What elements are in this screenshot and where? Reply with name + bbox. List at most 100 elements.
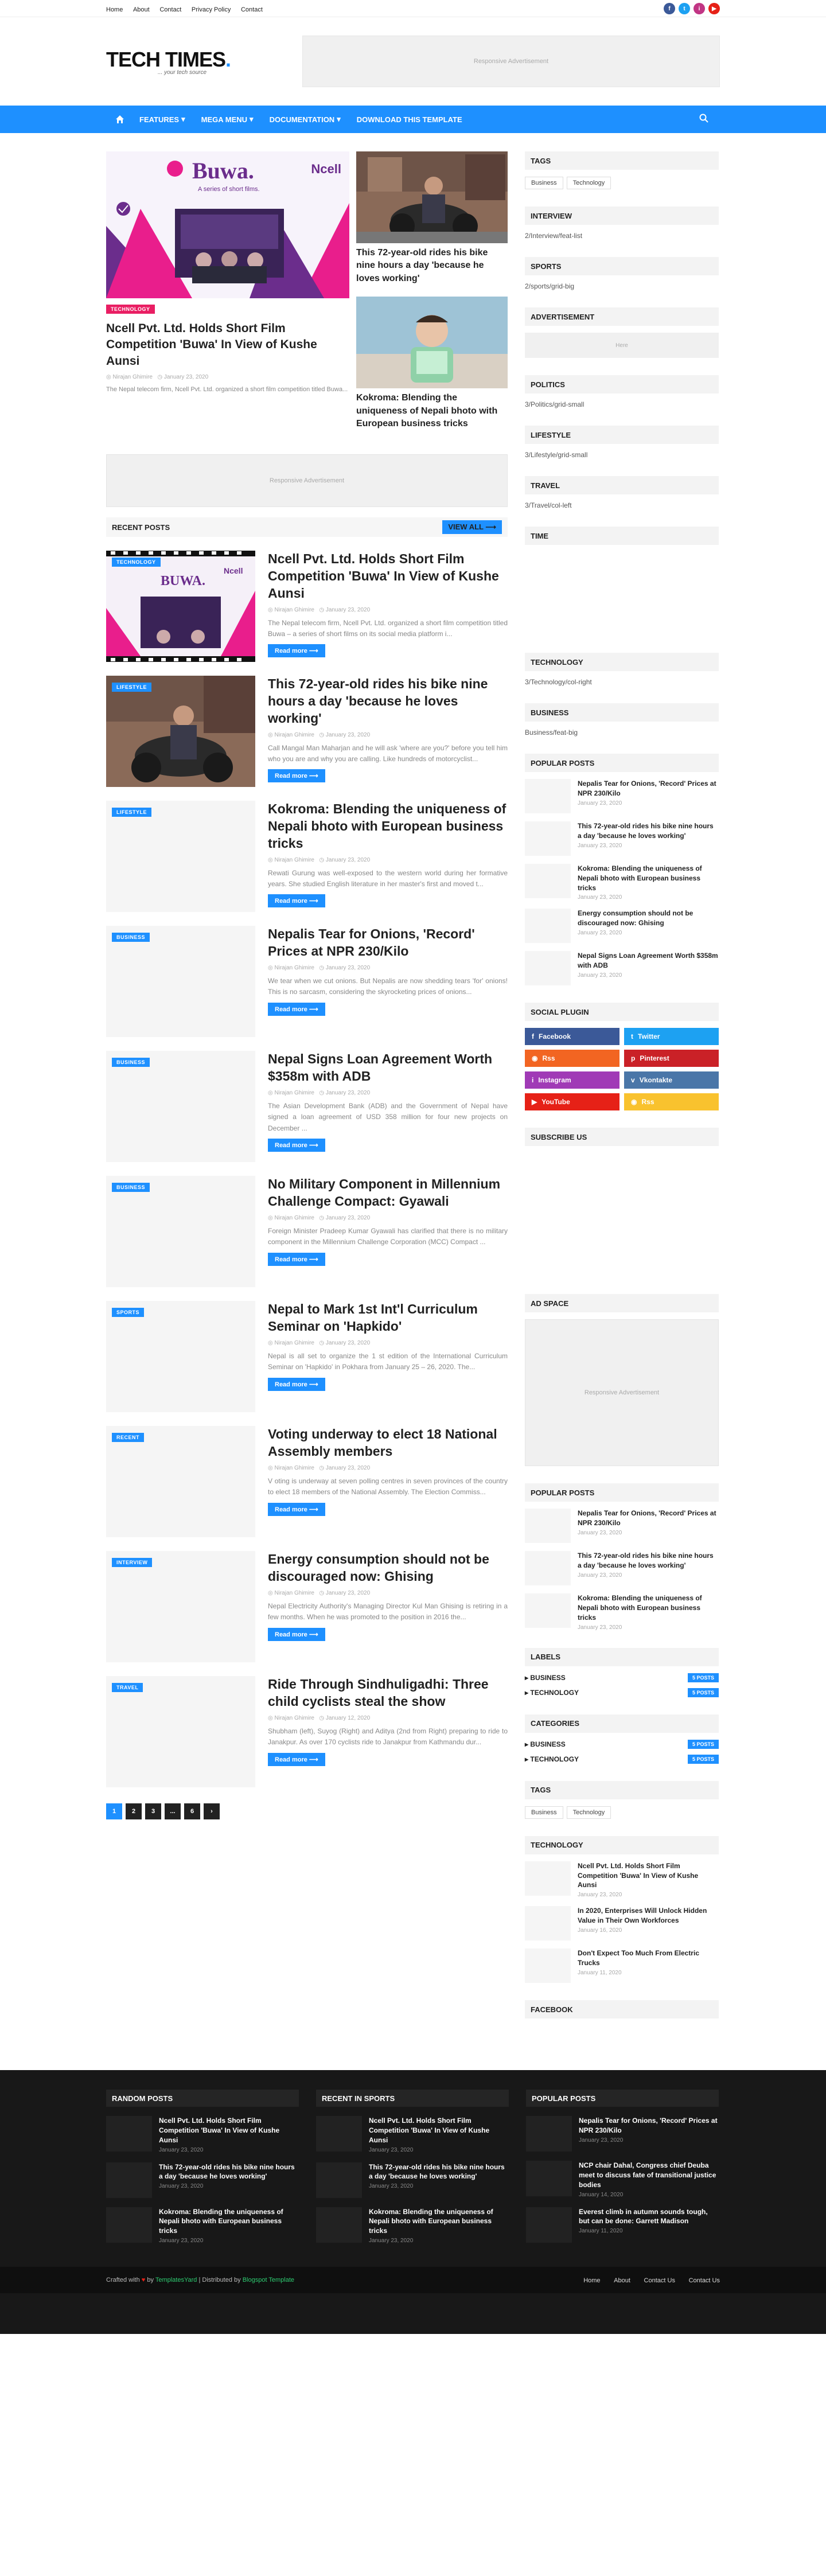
read-more-button[interactable]: Read more ⟶ [268, 1627, 325, 1641]
top-link-contact[interactable]: Contact [159, 6, 181, 13]
youtube-button[interactable]: ▶ YouTube [525, 1093, 620, 1111]
page-3[interactable]: 3 [145, 1803, 161, 1820]
post-title[interactable]: Ncell Pvt. Ltd. Holds Short Film Competi… [268, 551, 508, 602]
read-more-button[interactable]: Read more ⟶ [268, 1377, 325, 1391]
post-title[interactable]: Nepal Signs Loan Agreement Worth $358m w… [268, 1051, 508, 1085]
nav-documentation[interactable]: DOCUMENTATION ▾ [270, 115, 341, 124]
post-badge[interactable]: INTERVIEW [112, 1558, 153, 1568]
read-more-button[interactable]: Read more ⟶ [268, 1502, 325, 1516]
site-logo[interactable]: TECH TIMES. ... your tech source [106, 48, 231, 76]
list-item[interactable]: Kokroma: Blending the uniqueness of Nepa… [106, 2207, 299, 2244]
read-more-button[interactable]: Read more ⟶ [268, 1002, 325, 1016]
featured-title[interactable]: Ncell Pvt. Ltd. Holds Short Film Competi… [106, 321, 349, 369]
post-thumbnail[interactable] [106, 2116, 152, 2152]
footer-post-title[interactable]: Everest climb in autumn sounds tough, bu… [579, 2207, 719, 2227]
featured-side-2-title[interactable]: Kokroma: Blending the uniqueness of Nepa… [356, 392, 508, 430]
read-more-button[interactable]: Read more ⟶ [268, 769, 325, 783]
post-thumbnail[interactable] [526, 2207, 572, 2243]
featured-main[interactable]: Buwa. A series of short films. Ncell TEC… [106, 151, 349, 442]
list-item[interactable]: Ncell Pvt. Ltd. Holds Short Film Competi… [106, 2116, 299, 2153]
top-link-contact-2[interactable]: Contact [241, 6, 263, 13]
post-title[interactable]: Nepal to Mark 1st Int'l Curriculum Semin… [268, 1301, 508, 1335]
popular-post-title[interactable]: This 72-year-old rides his bike nine hou… [578, 821, 719, 841]
post-badge[interactable]: BUSINESS [112, 933, 150, 942]
page-next[interactable]: › [204, 1803, 220, 1820]
list-item[interactable]: This 72-year-old rides his bike nine hou… [106, 2162, 299, 2198]
page-2[interactable]: 2 [126, 1803, 142, 1820]
popular-post-title[interactable]: This 72-year-old rides his bike nine hou… [578, 1551, 719, 1570]
page-1[interactable]: 1 [106, 1803, 122, 1820]
post-thumbnail[interactable]: TRAVEL [106, 1676, 255, 1788]
list-item[interactable]: Ncell Pvt. Ltd. Holds Short Film Competi… [525, 1861, 719, 1898]
footer-post-title[interactable]: Kokroma: Blending the uniqueness of Nepa… [369, 2207, 509, 2236]
footer-link-about[interactable]: About [614, 2277, 630, 2284]
post-badge[interactable]: BUSINESS [112, 1183, 150, 1192]
post-badge[interactable]: LIFESTYLE [112, 683, 152, 692]
post-thumbnail[interactable]: RECENT [106, 1426, 255, 1538]
post-thumbnail[interactable]: BUSINESS [106, 1051, 255, 1163]
category-row[interactable]: ▸ BUSINESS 5 POSTS [525, 1739, 719, 1749]
blogger-link[interactable]: Blogspot Template [243, 2277, 294, 2283]
sidebar-mini-ad[interactable]: Here [525, 333, 719, 358]
facebook-icon[interactable]: f [664, 3, 675, 14]
list-item[interactable]: This 72-year-old rides his bike nine hou… [316, 2162, 509, 2198]
post-badge[interactable]: RECENT [112, 1433, 145, 1443]
list-item[interactable]: Ncell Pvt. Ltd. Holds Short Film Competi… [316, 2116, 509, 2153]
featured-side-2-image[interactable] [356, 297, 508, 389]
post-thumbnail[interactable]: SPORTS [106, 1301, 255, 1413]
tag-technology[interactable]: Technology [566, 177, 611, 189]
post-thumbnail[interactable] [525, 864, 571, 898]
list-item[interactable]: This 72-year-old rides his bike nine hou… [525, 1551, 719, 1586]
post-thumbnail[interactable]: LIFESTYLE [106, 801, 255, 913]
post-thumbnail[interactable] [525, 1861, 571, 1896]
post-title[interactable]: Kokroma: Blending the uniqueness of Nepa… [268, 801, 508, 852]
post-thumbnail[interactable] [316, 2207, 362, 2243]
templatesyard-link[interactable]: TemplatesYard [155, 2277, 197, 2283]
rss-button[interactable]: ◉ Rss [525, 1050, 620, 1067]
list-item[interactable]: Nepal Signs Loan Agreement Worth $358m w… [525, 951, 719, 986]
popular-post-title[interactable]: Nepal Signs Loan Agreement Worth $358m w… [578, 951, 719, 971]
post-thumbnail[interactable] [525, 1551, 571, 1586]
list-item[interactable]: Nepalis Tear for Onions, 'Record' Prices… [525, 1509, 719, 1544]
list-item[interactable]: In 2020, Enterprises Will Unlock Hidden … [525, 1906, 719, 1941]
post-thumbnail[interactable]: BUSINESS [106, 1176, 255, 1288]
post-thumbnail[interactable] [106, 2207, 152, 2243]
featured-side-1-image[interactable] [356, 151, 508, 243]
post-thumbnail[interactable] [525, 821, 571, 856]
post-thumbnail[interactable] [525, 951, 571, 986]
post-title[interactable]: No Military Component in Millennium Chal… [268, 1176, 508, 1210]
rss-button-2[interactable]: ◉ Rss [624, 1093, 719, 1111]
tech-post-title[interactable]: Don't Expect Too Much From Electric Truc… [578, 1948, 719, 1968]
header-ad[interactable]: Responsive Advertisement [302, 36, 720, 87]
featured-badge[interactable]: TECHNOLOGY [106, 305, 155, 314]
pinterest-button[interactable]: p Pinterest [624, 1050, 719, 1067]
read-more-button[interactable]: Read more ⟶ [268, 1138, 325, 1152]
list-item[interactable]: NCP chair Dahal, Congress chief Deuba me… [526, 2161, 719, 2198]
nav-download[interactable]: DOWNLOAD THIS TEMPLATE [357, 115, 462, 124]
label-row[interactable]: ▸ BUSINESS 5 POSTS [525, 1673, 719, 1682]
vkontakte-button[interactable]: v Vkontakte [624, 1071, 719, 1089]
post-title[interactable]: Ride Through Sindhuligadhi: Three child … [268, 1676, 508, 1710]
post-title[interactable]: This 72-year-old rides his bike nine hou… [268, 676, 508, 727]
footer-link-home[interactable]: Home [583, 2277, 600, 2284]
content-ad[interactable]: Responsive Advertisement [106, 454, 508, 508]
view-all-button[interactable]: VIEW ALL ⟶ [442, 520, 502, 535]
top-link-home[interactable]: Home [106, 6, 123, 13]
footer-post-title[interactable]: Kokroma: Blending the uniqueness of Nepa… [159, 2207, 299, 2236]
label-row[interactable]: ▸ TECHNOLOGY 5 POSTS [525, 1688, 719, 1697]
post-badge[interactable]: TRAVEL [112, 1683, 143, 1693]
post-thumbnail[interactable]: BUSINESS [106, 926, 255, 1038]
post-thumbnail[interactable] [525, 1593, 571, 1628]
list-item[interactable]: Energy consumption should not be discour… [525, 909, 719, 944]
top-link-about[interactable]: About [133, 6, 150, 13]
popular-post-title[interactable]: Kokroma: Blending the uniqueness of Nepa… [578, 1593, 719, 1622]
post-title[interactable]: Nepalis Tear for Onions, 'Record' Prices… [268, 926, 508, 960]
list-item[interactable]: Nepalis Tear for Onions, 'Record' Prices… [525, 779, 719, 813]
footer-link-contact-2[interactable]: Contact Us [689, 2277, 720, 2284]
post-thumbnail[interactable]: INTERVIEW [106, 1551, 255, 1663]
post-thumbnail[interactable] [526, 2161, 572, 2197]
post-thumbnail[interactable]: BUWA. Ncell TECHNOLOGY [106, 551, 255, 662]
popular-post-title[interactable]: Nepalis Tear for Onions, 'Record' Prices… [578, 779, 719, 798]
popular-post-title[interactable]: Kokroma: Blending the uniqueness of Nepa… [578, 864, 719, 893]
read-more-button[interactable]: Read more ⟶ [268, 644, 325, 658]
